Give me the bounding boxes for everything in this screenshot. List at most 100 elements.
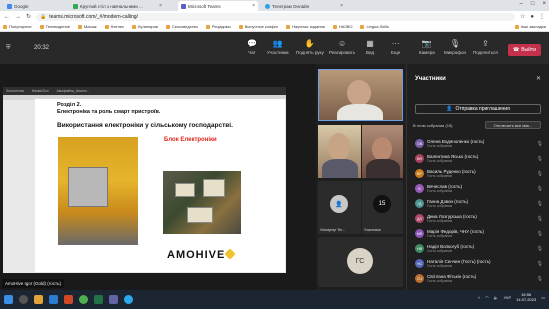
chat-button[interactable]: 💬 Чат bbox=[247, 40, 257, 56]
bookmark[interactable]: Кулинария bbox=[132, 24, 158, 29]
send-invite-button[interactable]: 👤 Отправка приглашения bbox=[415, 104, 541, 114]
avatar-icon: 👤 bbox=[330, 195, 348, 213]
participant-row[interactable]: НС Наталія Сенчин (Гость) (гость) Гость со… bbox=[415, 257, 543, 270]
participant-row[interactable]: НВ Надія Волкогуб (гость) Гость собрания 🎙 bbox=[415, 242, 543, 255]
bookmark[interactable]: Lingua.Skills bbox=[360, 24, 389, 29]
person-shirt bbox=[337, 104, 383, 120]
close-icon[interactable]: × bbox=[159, 3, 162, 9]
share-button[interactable]: ⇪ Поделиться bbox=[473, 40, 498, 56]
excel-icon[interactable] bbox=[94, 295, 103, 304]
bookmark-label: Рецидивы bbox=[211, 24, 231, 29]
leave-button[interactable]: ☎ Выйти bbox=[508, 44, 541, 56]
participants-label: Участники bbox=[267, 50, 289, 55]
participant-role: Гость собрания bbox=[427, 174, 453, 179]
language-indicator[interactable]: УКР bbox=[504, 295, 512, 300]
close-icon[interactable]: × bbox=[252, 3, 255, 9]
raise-hand-label: Поднять руку bbox=[296, 50, 324, 55]
notifications-icon[interactable]: ▭ bbox=[541, 295, 545, 300]
mute-all-button[interactable]: Отключить все мик... bbox=[485, 121, 541, 129]
tab-microsoft-teams[interactable]: Microsoft Teams × bbox=[178, 1, 258, 11]
telegram-icon[interactable] bbox=[124, 295, 133, 304]
panel-title: Участники bbox=[415, 76, 446, 82]
in-meeting-header[interactable]: В этом собрании (15) bbox=[413, 123, 453, 128]
star-icon[interactable]: ☆ bbox=[520, 13, 525, 20]
menu-icon[interactable]: ⋮ bbox=[539, 13, 545, 20]
bookmark[interactable]: Фитнес bbox=[104, 24, 124, 29]
forward-icon[interactable]: → bbox=[15, 14, 21, 20]
clock-date: 14.07.2023 bbox=[516, 297, 537, 302]
speaker-icon[interactable]: 🔈 bbox=[494, 295, 499, 300]
participant-row[interactable]: МФ Марія Федорів, ЧНУ (гость) Гость собран… bbox=[415, 227, 543, 240]
close-icon[interactable]: × bbox=[340, 3, 343, 9]
bookmark[interactable]: Вынучные конфиг bbox=[238, 24, 279, 29]
participant-row[interactable]: ВЯ Валентина Ясько (гость) Гость собрания 🎙 bbox=[415, 152, 543, 165]
raise-hand-button[interactable]: ✋ Поднять руку bbox=[296, 40, 324, 56]
camera-button[interactable]: 📷 Камера bbox=[419, 40, 435, 56]
bookmark[interactable]: Масаж bbox=[78, 24, 97, 29]
search-icon[interactable] bbox=[19, 295, 28, 304]
react-button[interactable]: ☺ Реагировать bbox=[329, 40, 355, 56]
teams-icon[interactable] bbox=[109, 295, 118, 304]
video-tile[interactable] bbox=[362, 125, 403, 178]
bookmark[interactable]: Научные издания bbox=[286, 24, 325, 29]
url-field[interactable]: 🔒 teams.microsoft.com/_#/modern-calling/ bbox=[36, 12, 515, 21]
microphone-button[interactable]: 🎙 Микрофон bbox=[444, 39, 466, 56]
participant-avatar: СЧ bbox=[415, 274, 424, 283]
close-window-icon[interactable]: × bbox=[542, 1, 546, 7]
participants-overflow-tile[interactable]: 15 Участники bbox=[362, 181, 403, 234]
participants-panel: Участники ✕ 👤 Отправка приглашения В этом… bbox=[406, 64, 549, 290]
bookmark[interactable]: НАЗВО bbox=[332, 24, 352, 29]
chrome-icon[interactable] bbox=[79, 295, 88, 304]
participant-info: Вячеслав (гость) Гость собрания bbox=[427, 184, 534, 194]
more-button[interactable]: ··· Еще bbox=[391, 40, 400, 56]
bookmark[interactable]: Телевидение bbox=[39, 24, 70, 29]
participant-role: Гость собрания bbox=[427, 159, 453, 164]
participant-info: Ганна Дзвон (гость) Гость собрания bbox=[427, 199, 534, 209]
participant-row[interactable]: ДЛ Дина Лозгурська (гость) Гость собрания 🎙 bbox=[415, 212, 543, 225]
participant-row[interactable]: ГД Ганна Дзвон (гость) Гость собрания 🎙 bbox=[415, 197, 543, 210]
video-tile[interactable] bbox=[318, 125, 361, 178]
participant-name: Надія Волкогуб (гость) bbox=[427, 243, 475, 249]
bookmark-label: Вынучные конфиг bbox=[244, 24, 279, 29]
camera-label: Камера bbox=[419, 50, 435, 55]
folder-icon bbox=[286, 24, 291, 29]
video-tile-speaker[interactable] bbox=[318, 69, 403, 121]
telegram-icon bbox=[265, 3, 270, 9]
participant-row[interactable]: ОВ Олена Водяноленко (гость) Гость собрани… bbox=[415, 137, 543, 150]
participant-row[interactable]: СЧ Світлана Фітькін (гость) Гость собрания… bbox=[415, 272, 543, 285]
chevron-up-icon[interactable]: ˄ bbox=[478, 295, 480, 300]
close-icon[interactable]: ✕ bbox=[536, 75, 541, 82]
tab-round-table[interactable]: Круглий стіл з навчальними ... × bbox=[70, 1, 165, 11]
view-label: Вид bbox=[366, 50, 375, 55]
participants-button[interactable]: 👥 Участники bbox=[267, 40, 289, 56]
view-button[interactable]: ▦ Вид bbox=[366, 40, 375, 56]
wifi-icon[interactable]: ◠ bbox=[485, 295, 489, 300]
tab-telegram[interactable]: Телеграм Онлайн × bbox=[262, 1, 346, 11]
person-body bbox=[322, 159, 358, 178]
minimize-icon[interactable]: – bbox=[520, 1, 523, 7]
mic-off-icon: 🎙 bbox=[536, 185, 543, 192]
maximize-icon[interactable]: □ bbox=[531, 1, 535, 7]
presentation-window: Зоологічна Назва.Есо Амофайна_Аналіз... … bbox=[3, 87, 286, 273]
bookmark[interactable]: Рецидивы bbox=[205, 24, 231, 29]
reload-icon[interactable]: ↻ bbox=[26, 13, 31, 20]
back-icon[interactable]: ← bbox=[4, 14, 10, 20]
video-tile[interactable]: 👤 Volodymyr Ter... bbox=[318, 181, 361, 234]
clock[interactable]: 16:56 14.07.2023 bbox=[516, 292, 536, 302]
windows-start-icon[interactable] bbox=[4, 295, 13, 304]
tab-google[interactable]: Google bbox=[4, 1, 40, 11]
bookmark[interactable]: Сексоведство bbox=[165, 24, 198, 29]
participant-avatar: ВЯ bbox=[415, 154, 424, 163]
participant-info: Олена Водяноленко (гость) Гость собрания bbox=[427, 139, 534, 149]
bookmark-label: Популярное bbox=[9, 24, 32, 29]
participant-row[interactable]: ВР Василь Руденко (гость) Гость собрания 🎙 bbox=[415, 167, 543, 180]
mic-off-icon: 🎙 bbox=[449, 39, 461, 48]
participant-row[interactable]: В Вячеслав (гость) Гость собрания 🎙 bbox=[415, 182, 543, 195]
word-icon[interactable] bbox=[49, 295, 58, 304]
video-tile[interactable]: ГС bbox=[318, 237, 403, 287]
other-bookmarks[interactable]: Інші закладки bbox=[514, 24, 546, 29]
profile-icon[interactable]: ● bbox=[530, 14, 534, 20]
bookmark[interactable]: Популярное bbox=[3, 24, 32, 29]
powerpoint-icon[interactable] bbox=[64, 295, 73, 304]
explorer-icon[interactable] bbox=[34, 295, 43, 304]
